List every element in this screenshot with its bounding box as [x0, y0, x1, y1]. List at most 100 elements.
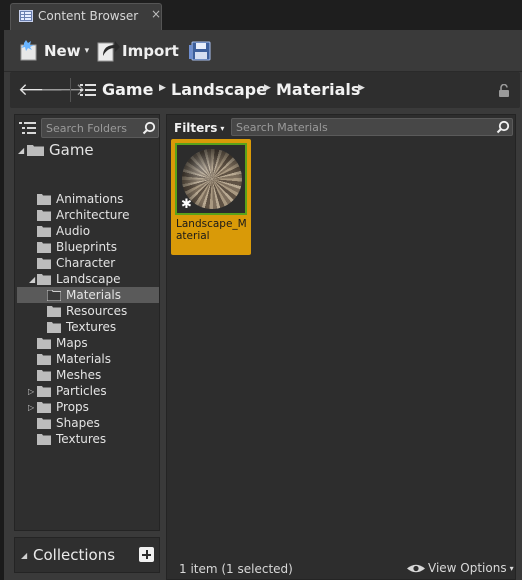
tree-item-label: Meshes: [56, 368, 102, 382]
tree-item-landscape-textures[interactable]: Textures: [17, 319, 159, 335]
search-assets-box[interactable]: [231, 118, 513, 136]
collections-panel: ◢ Collections: [14, 537, 160, 573]
collapsed-arrow-icon[interactable]: ▷: [28, 403, 34, 412]
lock-icon[interactable]: [498, 84, 511, 97]
chevron-down-icon: ▾: [220, 123, 225, 133]
close-icon[interactable]: ×: [151, 7, 161, 21]
search-assets-input[interactable]: [236, 120, 492, 134]
tree-item-blueprints[interactable]: Blueprints: [17, 239, 159, 255]
tree-item-particles[interactable]: ▷ Particles: [17, 383, 159, 399]
folder-icon: [37, 337, 51, 349]
tree-item-animations[interactable]: Animations: [17, 191, 159, 207]
folder-icon: [47, 305, 61, 317]
tree-item-label: Animations: [56, 192, 124, 206]
breadcrumb-game[interactable]: Game: [102, 80, 153, 99]
breadcrumb-separator[interactable]: ▶: [358, 83, 365, 93]
tree-item-audio[interactable]: Audio: [17, 223, 159, 239]
tree-item-label: Shapes: [56, 416, 100, 430]
folder-tree-panel: ◢ Game Animations Architecture Audio Blu…: [14, 114, 160, 531]
folder-icon: [37, 225, 51, 237]
tree-item-landscape-materials[interactable]: Materials: [17, 287, 159, 303]
tree-item-label: Resources: [66, 304, 128, 318]
import-label: Import: [122, 42, 179, 60]
folder-icon: [37, 193, 51, 205]
search-folders-input[interactable]: [46, 120, 140, 136]
folder-icon: [37, 353, 51, 365]
tree-item-label: Particles: [56, 384, 107, 398]
new-asset-star-icon: ✱: [181, 197, 192, 212]
tree-item-label: Blueprints: [56, 240, 118, 254]
asset-tile-landscape-material[interactable]: ✱ Landscape_Material: [171, 139, 251, 255]
content-browser-panel: New ▾ Import 🡐 🡒 Game ▶ Landscape ▶ Mate…: [4, 30, 522, 580]
expanded-arrow-icon[interactable]: ◢: [18, 146, 24, 155]
tree-item-shapes[interactable]: Shapes: [17, 415, 159, 431]
view-options-button[interactable]: View Options ▾: [407, 561, 514, 575]
tree-item-label: Landscape: [56, 272, 121, 286]
breadcrumb-separator[interactable]: ▶: [159, 83, 166, 93]
tree-item-textures[interactable]: Textures: [17, 431, 159, 447]
forward-arrow-icon[interactable]: 🡒: [40, 80, 86, 100]
tree-item-maps[interactable]: Maps: [17, 335, 159, 351]
new-button[interactable]: New ▾: [18, 38, 89, 64]
folder-icon: [37, 401, 51, 413]
filters-button[interactable]: Filters ▾: [174, 119, 224, 137]
collections-label[interactable]: Collections: [33, 546, 115, 564]
tree-item-resources[interactable]: Resources: [17, 303, 159, 319]
tree-item-label: Character: [56, 256, 116, 270]
breadcrumb-materials[interactable]: Materials: [276, 80, 360, 99]
tree-view-icon[interactable]: [19, 121, 36, 136]
tree-item-label: Props: [56, 400, 89, 414]
search-icon[interactable]: [142, 121, 156, 135]
path-divider: [70, 78, 71, 102]
tree-item-label: Game: [49, 141, 94, 159]
tree-item-game[interactable]: ◢ Game: [17, 141, 159, 159]
tree-item-architecture[interactable]: Architecture: [17, 207, 159, 223]
tab-content-browser[interactable]: Content Browser ×: [10, 3, 162, 30]
folder-icon: [37, 417, 51, 429]
asset-name: Landscape_Material: [176, 218, 247, 242]
asset-thumbnail: ✱: [175, 143, 247, 215]
asset-view-panel: Filters ▾ ✱ Landscape_Material 1 item (1…: [166, 114, 516, 580]
tree-item-label: Materials: [56, 352, 112, 366]
folder-open-icon: [47, 289, 61, 301]
tree-item-label: Textures: [56, 432, 107, 446]
search-folders-box[interactable]: [41, 118, 159, 138]
tree-item-meshes[interactable]: Meshes: [17, 367, 159, 383]
add-collection-icon[interactable]: [139, 547, 154, 562]
save-icon: [189, 41, 211, 61]
toolbar: New ▾ Import: [4, 30, 522, 72]
new-label: New: [44, 42, 81, 60]
tree-item-label: Maps: [56, 336, 88, 350]
tree-item-character[interactable]: Character: [17, 255, 159, 271]
folder-open-icon: [27, 145, 44, 156]
folder-icon: [47, 321, 61, 333]
folder-icon: [37, 209, 51, 221]
breadcrumb-landscape[interactable]: Landscape: [171, 80, 267, 99]
breadcrumb-separator[interactable]: ▶: [264, 83, 271, 93]
tree-item-label: Materials: [66, 288, 122, 302]
search-icon[interactable]: [496, 120, 510, 134]
save-all-button[interactable]: [188, 38, 212, 64]
expanded-arrow-icon[interactable]: ◢: [21, 551, 27, 560]
tree-item-materials[interactable]: Materials: [17, 351, 159, 367]
item-count-status: 1 item (1 selected): [179, 562, 293, 576]
tree-item-props[interactable]: ▷ Props: [17, 399, 159, 415]
folder-icon: [37, 385, 51, 397]
chevron-down-icon: ▾: [84, 46, 90, 56]
import-button[interactable]: Import: [96, 38, 179, 64]
eye-icon: [407, 564, 425, 572]
folder-icon: [37, 257, 51, 269]
collapsed-arrow-icon[interactable]: ▷: [28, 387, 34, 396]
content-browser-icon: [19, 10, 33, 22]
view-options-label: View Options: [428, 561, 507, 575]
folder-open-icon: [37, 273, 51, 285]
folder-list-icon[interactable]: [80, 83, 96, 97]
tree-item-label: Audio: [56, 224, 91, 238]
import-icon: [97, 41, 120, 62]
expanded-arrow-icon[interactable]: ◢: [29, 275, 35, 284]
new-asset-icon: [20, 40, 37, 61]
tab-strip: Content Browser ×: [0, 0, 522, 30]
folder-icon: [37, 369, 51, 381]
tree-item-landscape[interactable]: ◢ Landscape: [17, 271, 159, 287]
filters-label: Filters: [174, 121, 218, 135]
